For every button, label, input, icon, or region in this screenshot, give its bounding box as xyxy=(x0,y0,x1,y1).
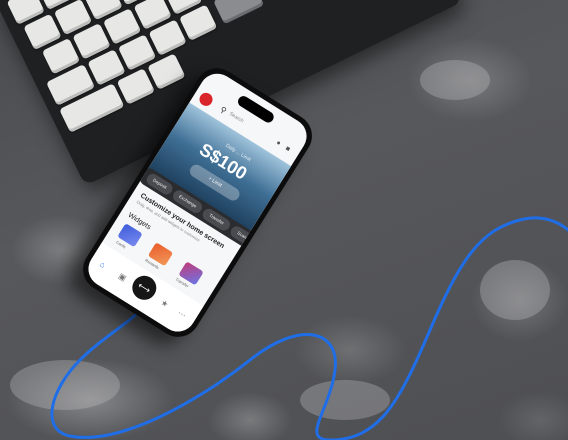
app-logo[interactable] xyxy=(197,90,215,109)
search-icon[interactable]: ⚲ xyxy=(218,105,228,116)
smartphone: ⚲ Search ● ■ Daily ... Limit S$100 + Lim… xyxy=(74,60,348,346)
scan-button[interactable]: ⟷ xyxy=(127,271,161,305)
rewards-icon[interactable]: ★ xyxy=(159,298,170,309)
profile-icon[interactable]: ■ xyxy=(284,145,291,153)
search-input[interactable]: Search xyxy=(228,111,245,124)
bell-icon[interactable]: ● xyxy=(275,139,282,147)
scene-background: ⚲ Search ● ■ Daily ... Limit S$100 + Lim… xyxy=(0,0,568,440)
cards-icon[interactable]: ▣ xyxy=(117,271,128,283)
more-icon[interactable]: ⋯ xyxy=(176,308,188,320)
home-icon[interactable]: ⌂ xyxy=(98,260,107,270)
